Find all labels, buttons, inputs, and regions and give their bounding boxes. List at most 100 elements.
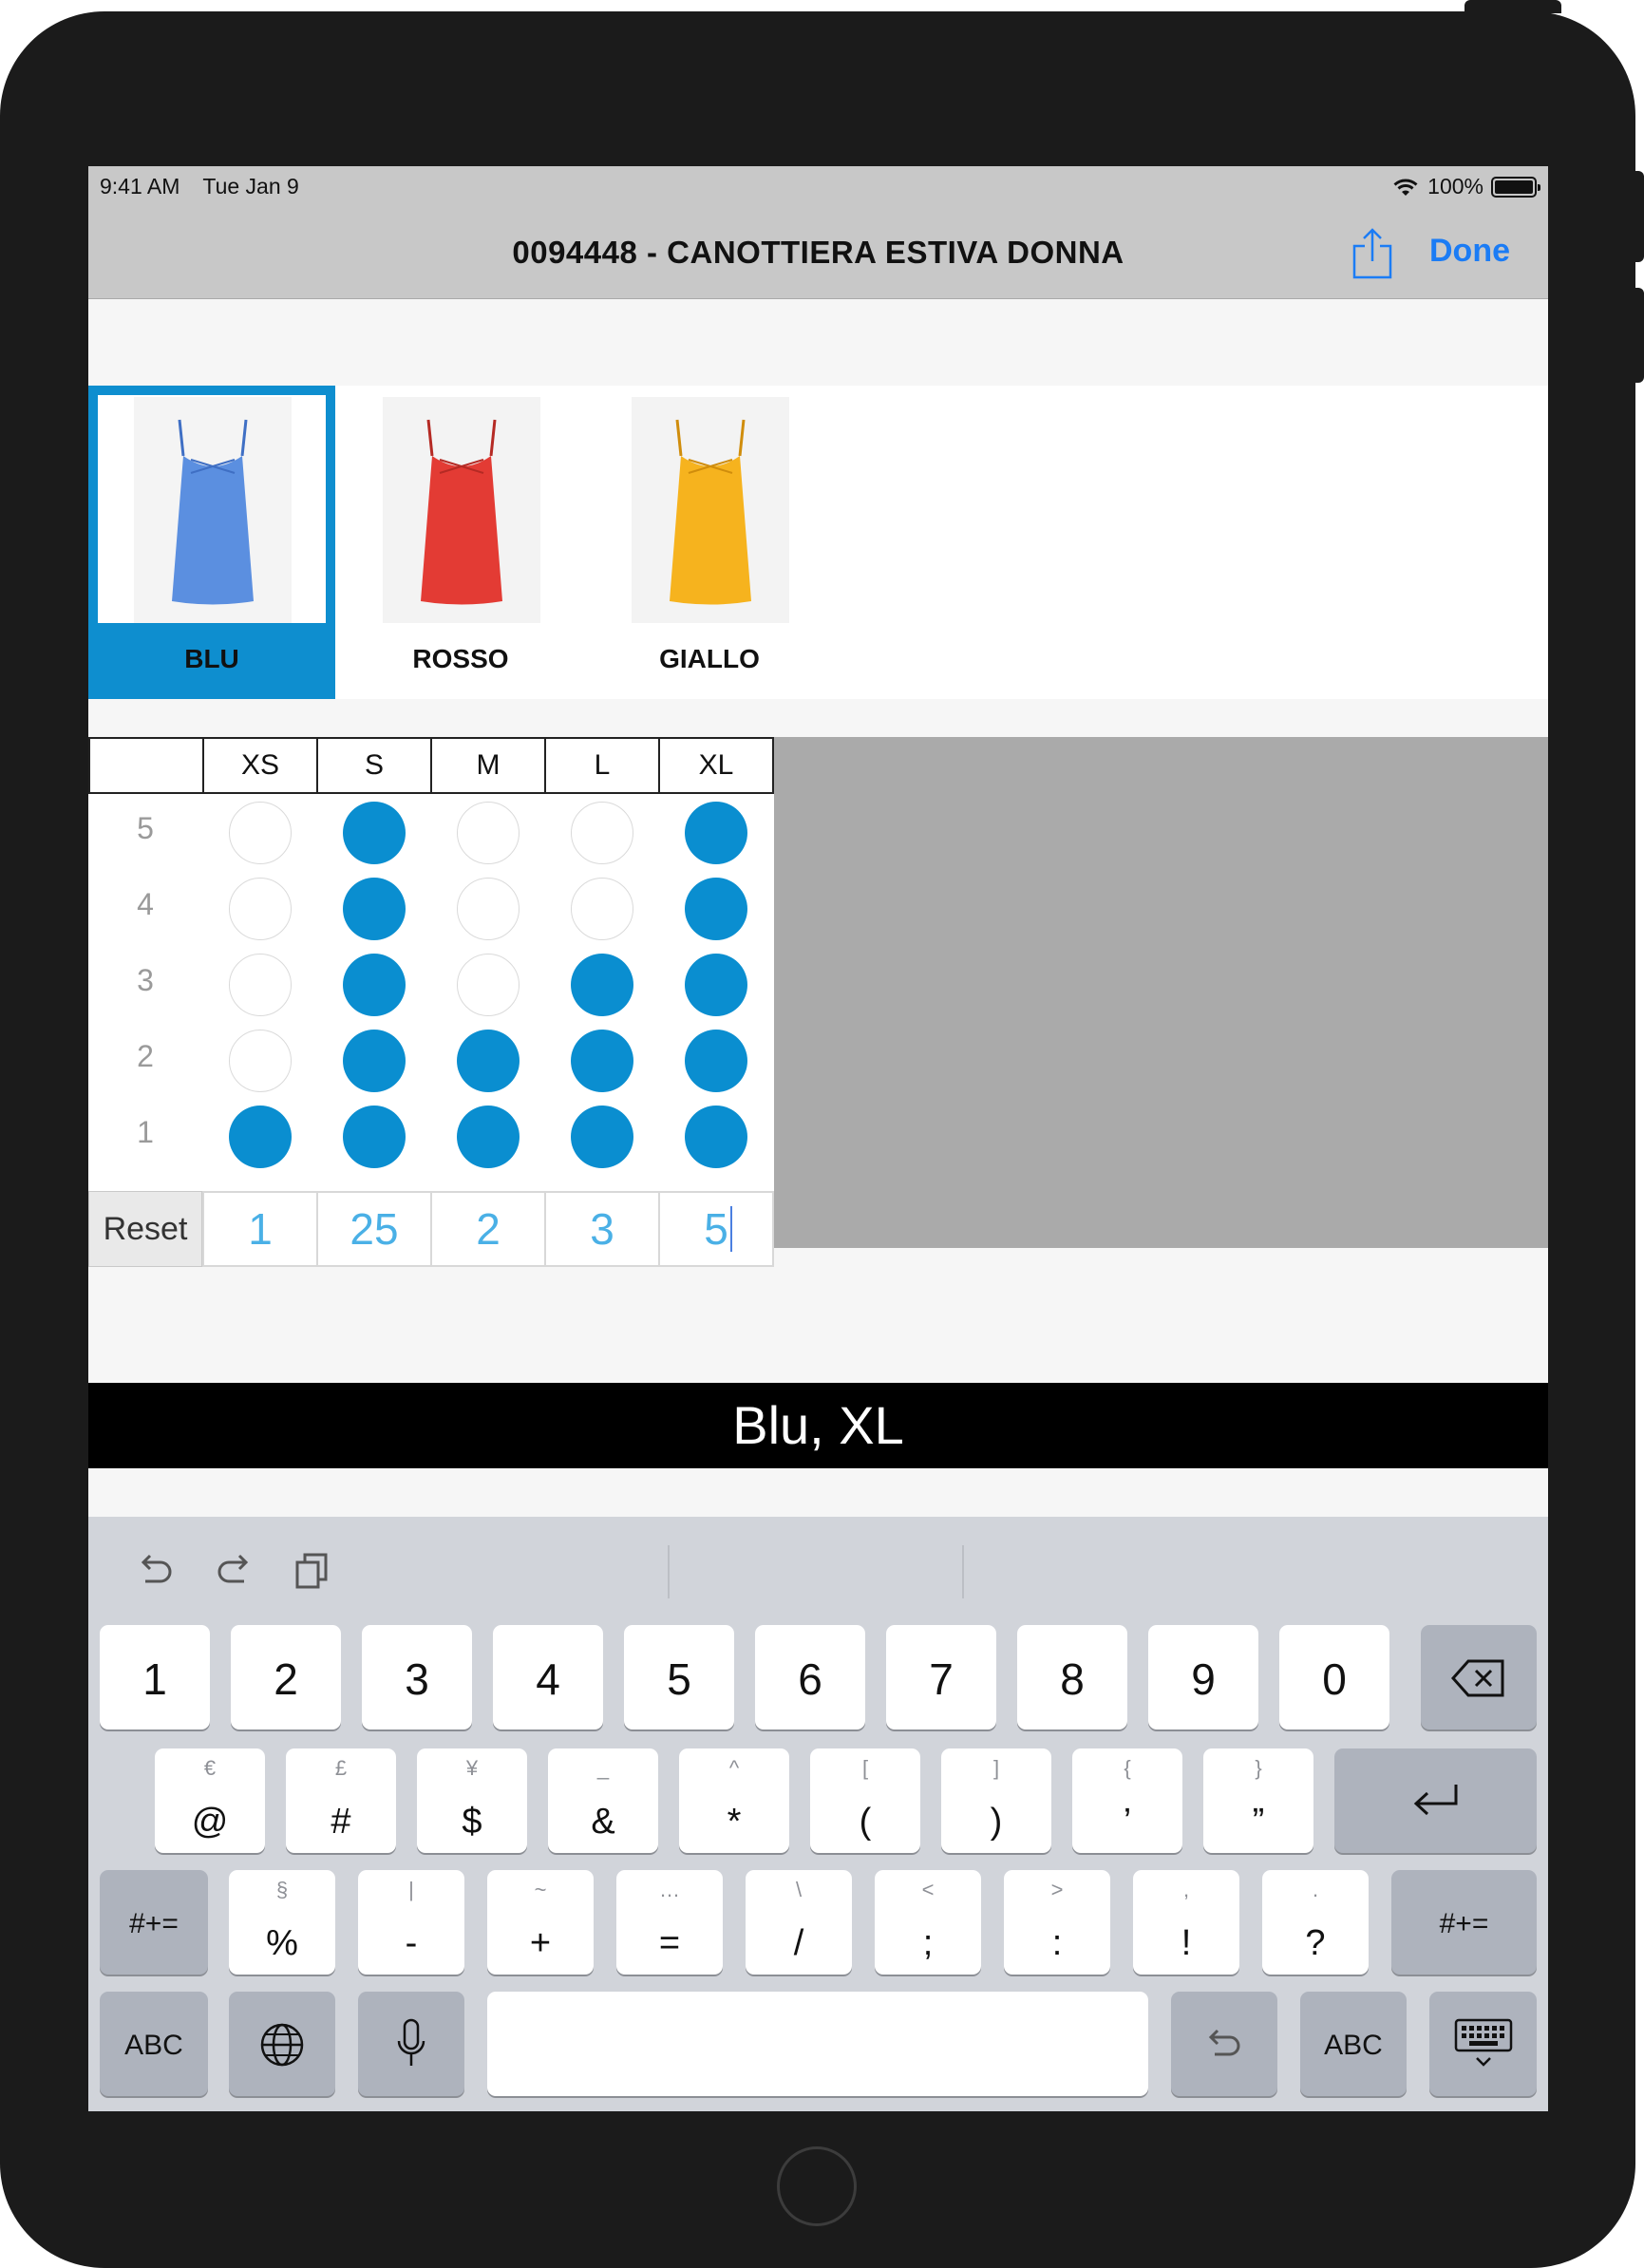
- quantity-dot-xs-4[interactable]: [229, 878, 292, 940]
- dictation-key[interactable]: [358, 1992, 464, 2096]
- key-8[interactable]: 8: [1017, 1625, 1127, 1729]
- numeric-keyboard: 1 2 3 4 5 6 7 8 9 0 € @ £ # ¥ $ _ & ^ *[(]){’}” #+= §% | - ~ +… = \…: [88, 1517, 1548, 2111]
- quantity-dot-l-1[interactable]: [571, 1106, 633, 1168]
- key-6[interactable]: 6: [755, 1625, 865, 1729]
- total-m[interactable]: 2: [430, 1191, 546, 1267]
- key-label: ’: [1123, 1802, 1132, 1842]
- key-symbol[interactable]: §%: [229, 1870, 335, 1975]
- key-symbol[interactable]: ¥ $: [417, 1748, 527, 1853]
- quantity-dot-s-1[interactable]: [343, 1106, 406, 1168]
- quantity-dot-l-2[interactable]: [571, 1030, 633, 1092]
- key-symbol[interactable]: ^ *: [679, 1748, 789, 1853]
- color-swatch-giallo[interactable]: GIALLO: [586, 386, 833, 699]
- quantity-dot-l-4[interactable]: [571, 878, 633, 940]
- key-label: ;: [922, 1923, 934, 1963]
- key-alt-label: _: [596, 1756, 610, 1780]
- key-symbol[interactable]: … =: [616, 1870, 723, 1975]
- shift-symbols-key-right[interactable]: #+=: [1391, 1870, 1537, 1975]
- key-symbol[interactable]: £ #: [286, 1748, 396, 1853]
- home-button[interactable]: [777, 2146, 857, 2226]
- key-symbol[interactable]: <;: [875, 1870, 981, 1975]
- tank-top-image: [383, 397, 540, 623]
- share-icon[interactable]: [1351, 227, 1393, 280]
- size-header-m: M: [430, 737, 546, 794]
- abc-key-right[interactable]: ABC: [1300, 1992, 1407, 2096]
- globe-key[interactable]: [229, 1992, 335, 2096]
- level-label: 1: [137, 1115, 154, 1149]
- reset-button[interactable]: Reset: [88, 1191, 202, 1267]
- key-label: ABC: [124, 2030, 183, 2061]
- key-symbol[interactable]: \ /: [746, 1870, 852, 1975]
- key-symbol[interactable]: }”: [1203, 1748, 1313, 1853]
- total-xl[interactable]: 5: [658, 1191, 774, 1267]
- total-l[interactable]: 3: [544, 1191, 660, 1267]
- key-alt-label: {: [1124, 1756, 1131, 1780]
- undo-icon[interactable]: [134, 1549, 176, 1591]
- level-label: 5: [137, 811, 154, 845]
- redo-icon[interactable]: [214, 1549, 255, 1591]
- return-key[interactable]: [1334, 1748, 1537, 1853]
- color-swatch-rosso[interactable]: ROSSO: [337, 386, 584, 699]
- key-symbol[interactable]: .?: [1262, 1870, 1369, 1975]
- key-9[interactable]: 9: [1148, 1625, 1258, 1729]
- key-symbol[interactable]: € @: [155, 1748, 265, 1853]
- space-key[interactable]: [487, 1992, 1148, 2096]
- key-5[interactable]: 5: [624, 1625, 734, 1729]
- quantity-dot-xl-5[interactable]: [685, 802, 747, 864]
- key-symbol[interactable]: ]): [941, 1748, 1051, 1853]
- key-symbol[interactable]: >:: [1004, 1870, 1110, 1975]
- key-alt-label: …: [659, 1878, 680, 1901]
- key-symbol[interactable]: ,!: [1133, 1870, 1239, 1975]
- total-xs[interactable]: 1: [202, 1191, 318, 1267]
- size-header-l: L: [544, 737, 660, 794]
- key-0[interactable]: 0: [1279, 1625, 1389, 1729]
- key-symbol[interactable]: [(: [810, 1748, 920, 1853]
- key-3[interactable]: 3: [362, 1625, 472, 1729]
- quantity-dot-m-5[interactable]: [457, 802, 520, 864]
- quantity-dot-l-3[interactable]: [571, 954, 633, 1016]
- key-alt-label: §: [275, 1878, 289, 1901]
- key-alt-label: €: [203, 1756, 217, 1780]
- key-2[interactable]: 2: [231, 1625, 341, 1729]
- key-symbol[interactable]: | -: [358, 1870, 464, 1975]
- shift-symbols-key[interactable]: #+=: [100, 1870, 208, 1975]
- quantity-dot-xs-5[interactable]: [229, 802, 292, 864]
- key-symbol[interactable]: ~ +: [487, 1870, 594, 1975]
- quantity-dot-m-2[interactable]: [457, 1030, 520, 1092]
- color-label: ROSSO: [412, 644, 509, 673]
- quantity-dot-s-5[interactable]: [343, 802, 406, 864]
- undo-key[interactable]: [1171, 1992, 1277, 2096]
- size-header-xl: XL: [658, 737, 774, 794]
- quantity-dot-xl-2[interactable]: [685, 1030, 747, 1092]
- quantity-dot-s-4[interactable]: [343, 878, 406, 940]
- dismiss-keyboard-key[interactable]: [1429, 1992, 1537, 2096]
- delete-key[interactable]: [1421, 1625, 1537, 1729]
- quantity-dot-s-2[interactable]: [343, 1030, 406, 1092]
- quantity-dot-xl-1[interactable]: [685, 1106, 747, 1168]
- return-icon: [1413, 1785, 1458, 1816]
- key-symbol[interactable]: {’: [1072, 1748, 1182, 1853]
- quantity-dot-l-5[interactable]: [571, 802, 633, 864]
- quantity-dot-xl-3[interactable]: [685, 954, 747, 1016]
- quantity-dot-xs-1[interactable]: [229, 1106, 292, 1168]
- key-1[interactable]: 1: [100, 1625, 210, 1729]
- quantity-dot-m-3[interactable]: [457, 954, 520, 1016]
- total-s[interactable]: 25: [316, 1191, 432, 1267]
- quantity-dot-xl-4[interactable]: [685, 878, 747, 940]
- quantity-dot-s-3[interactable]: [343, 954, 406, 1016]
- done-button[interactable]: Done: [1429, 233, 1510, 270]
- key-4[interactable]: 4: [493, 1625, 603, 1729]
- quantity-dot-m-1[interactable]: [457, 1106, 520, 1168]
- volume-down-button: [1630, 288, 1644, 383]
- color-swatch-blu[interactable]: BLU: [88, 386, 335, 699]
- quantity-dot-xs-3[interactable]: [229, 954, 292, 1016]
- quantity-dot-m-4[interactable]: [457, 878, 520, 940]
- key-label: 4: [536, 1654, 560, 1704]
- key-symbol[interactable]: _ &: [548, 1748, 658, 1853]
- key-7[interactable]: 7: [886, 1625, 996, 1729]
- quantity-dot-xs-2[interactable]: [229, 1030, 292, 1092]
- abc-key[interactable]: ABC: [100, 1992, 208, 2096]
- paste-icon[interactable]: [292, 1549, 333, 1591]
- color-label: GIALLO: [659, 644, 760, 673]
- screen: 9:41 AM Tue Jan 9 100% 0094448 - CANOTTI…: [88, 166, 1548, 2111]
